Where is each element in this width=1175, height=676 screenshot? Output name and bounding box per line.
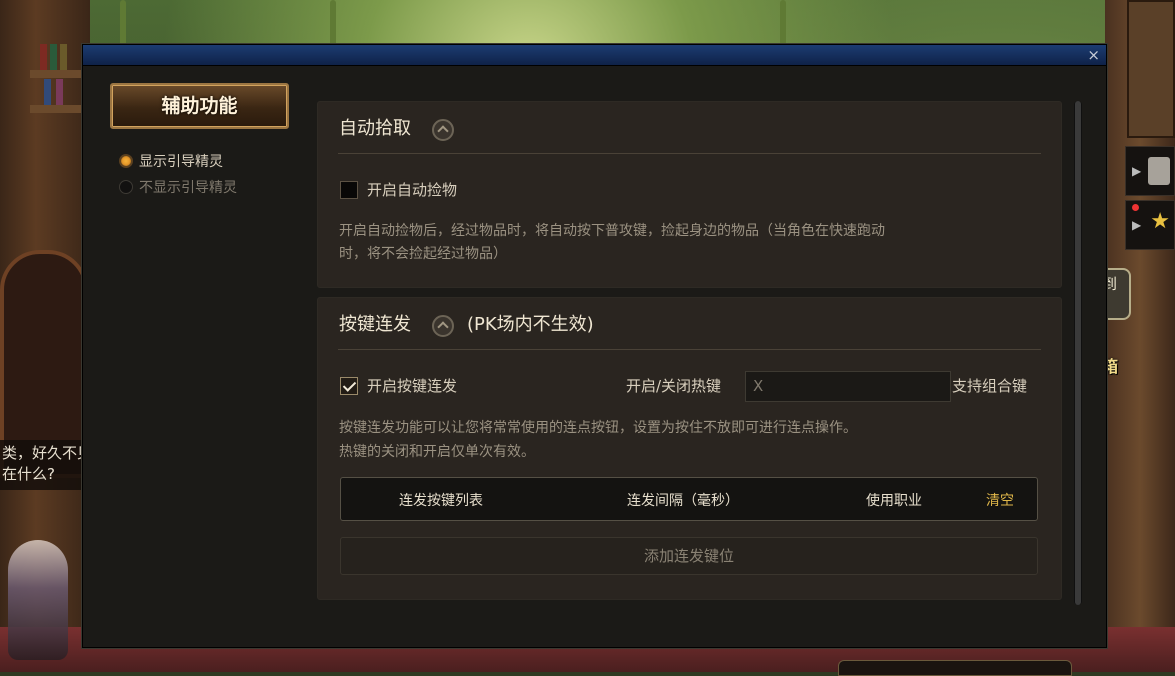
radio-hide-guide-sprite[interactable]: 不显示引导精灵: [119, 177, 237, 197]
bookshelf: [30, 70, 85, 78]
scrollbar-thumb[interactable]: [1075, 101, 1081, 605]
hotkey-input[interactable]: X: [745, 371, 951, 402]
quest-slot[interactable]: ▶: [1125, 146, 1175, 196]
collapse-chevron-up-icon[interactable]: [432, 119, 454, 141]
column-header-key-list: 连发按键列表: [399, 493, 483, 509]
bookshelf: [30, 105, 85, 113]
vine-decoration: [330, 0, 336, 50]
auto-pickup-panel: 自动拾取 开启自动捡物 开启自动捡物后，经过物品时，将自动按下普攻键，捡起身边的…: [317, 101, 1062, 288]
add-repeat-key-button[interactable]: 添加连发键位: [340, 537, 1038, 575]
auto-pickup-checkbox[interactable]: [340, 181, 358, 199]
auto-pickup-title: 自动拾取: [339, 118, 411, 139]
radio-label: 显示引导精灵: [139, 154, 223, 170]
bottom-hud-bar: [838, 660, 1072, 676]
character-sprite[interactable]: [8, 540, 68, 660]
key-repeat-description-line1: 按键连发功能可以让您将常常使用的连点按钮，设置为按住不放即可进行连点操作。: [339, 420, 857, 436]
clear-button[interactable]: 清空: [986, 490, 1014, 510]
event-slot[interactable]: ▶ ★: [1125, 200, 1175, 250]
hotkey-hint: 支持组合键: [952, 377, 1028, 395]
key-repeat-description-line2: 热键的关闭和开启仅单次有效。: [339, 444, 535, 460]
auto-pickup-description-line1: 开启自动捡物后，经过物品时，将自动按下普攻键，捡起身边的物品（当角色在快速跑动: [339, 223, 885, 239]
key-repeat-checkbox-label[interactable]: 开启按键连发: [367, 376, 457, 396]
close-icon[interactable]: ×: [1087, 46, 1100, 64]
vine-decoration: [780, 0, 786, 45]
tab-assist-functions[interactable]: 辅助功能: [110, 83, 289, 129]
radio-label: 不显示引导精灵: [139, 180, 237, 196]
right-side-hud: ▶ ▶ ★: [1107, 0, 1175, 672]
book: [56, 79, 63, 105]
radio-selected-icon[interactable]: [119, 154, 133, 168]
radio-show-guide-sprite[interactable]: 显示引导精灵: [119, 151, 223, 171]
collapse-chevron-up-icon[interactable]: [432, 315, 454, 337]
settings-content: 自动拾取 开启自动捡物 开启自动捡物后，经过物品时，将自动按下普攻键，捡起身边的…: [317, 101, 1062, 601]
divider: [338, 153, 1041, 154]
column-header-class: 使用职业: [866, 493, 922, 509]
notification-dot-icon: [1132, 204, 1139, 211]
key-repeat-note: (PK场内不生效): [467, 314, 594, 335]
minimap-frame[interactable]: [1127, 0, 1175, 138]
auto-pickup-checkbox-label[interactable]: 开启自动捡物: [367, 180, 457, 200]
book: [60, 44, 67, 70]
expand-arrow-icon: ▶: [1132, 218, 1142, 232]
book: [44, 79, 51, 105]
key-repeat-panel: 按键连发 (PK场内不生效) 开启按键连发 开启/关闭热键 X 支持组合键 按键…: [317, 297, 1062, 600]
expand-arrow-icon: ▶: [1132, 164, 1142, 178]
divider: [338, 349, 1041, 350]
content-scrollbar[interactable]: [1074, 101, 1082, 605]
scroll-icon: [1148, 157, 1170, 185]
hotkey-label: 开启/关闭热键: [626, 377, 722, 395]
dialog-titlebar[interactable]: ×: [83, 45, 1106, 66]
column-header-interval: 连发间隔（毫秒）: [627, 493, 739, 509]
key-repeat-title: 按键连发: [339, 314, 411, 335]
repeat-key-table-header: 连发按键列表 连发间隔（毫秒） 使用职业 清空: [340, 477, 1038, 521]
key-repeat-checkbox[interactable]: [340, 377, 358, 395]
radio-unselected-icon[interactable]: [119, 180, 133, 194]
book: [40, 44, 47, 70]
auto-pickup-description-line2: 时，将不会捡起经过物品）: [339, 246, 507, 262]
star-icon: ★: [1150, 209, 1170, 234]
book: [50, 44, 57, 70]
assist-settings-dialog: × 辅助功能 显示引导精灵 不显示引导精灵 自动拾取 开启自动捡物 开启自动捡物…: [82, 44, 1107, 648]
